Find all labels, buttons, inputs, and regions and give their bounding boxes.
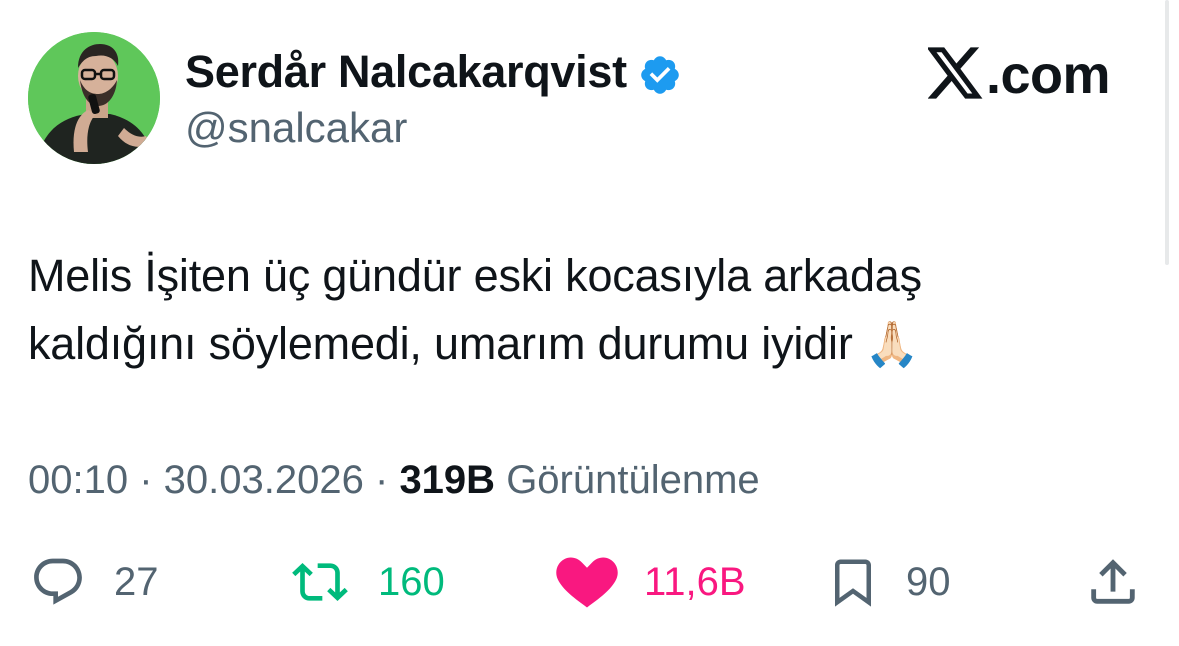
tweet-card: Serdår Nalcakarqvist @snalcakar .com Mel…	[0, 0, 1179, 646]
bookmark-icon	[835, 559, 871, 607]
tweet-text-line: kaldığını söylemedi, umarım durumu iyidi…	[28, 310, 1138, 379]
avatar-photo-icon	[28, 32, 160, 164]
action-bar: 27 160 11,6B 90	[0, 552, 1179, 612]
tweet-date[interactable]: 30.03.2026	[164, 458, 364, 502]
verified-badge-icon[interactable]	[638, 53, 682, 97]
tweet-text: Melis İşiten üç gündür eski kocasıyla ar…	[28, 242, 1138, 379]
view-count: 319B	[399, 458, 496, 502]
brand-domain: .com	[986, 45, 1111, 105]
tweet-text-line: Melis İşiten üç gündür eski kocasıyla ar…	[28, 250, 922, 301]
separator-dot: ·	[139, 458, 164, 502]
tweet-time[interactable]: 00:10	[28, 458, 128, 502]
like-count: 11,6B	[644, 559, 746, 604]
heart-filled-icon	[556, 557, 618, 608]
retweet-button[interactable]: 160	[288, 552, 445, 612]
reply-button[interactable]: 27	[28, 552, 159, 612]
like-button[interactable]: 11,6B	[556, 552, 746, 612]
share-upload-icon	[1091, 559, 1135, 604]
views-label: Görüntülenme	[506, 458, 760, 502]
brand-logo: .com	[928, 44, 1111, 106]
bookmark-button[interactable]: 90	[826, 552, 951, 612]
avatar[interactable]	[28, 32, 160, 164]
scrollbar[interactable]	[1165, 0, 1169, 265]
previous-content-clip	[0, 0, 1179, 10]
praying-hands-emoji: 🙏🏻	[864, 320, 920, 369]
tweet-metadata: 00:10 · 30.03.2026 · 319B Görüntülenme	[28, 458, 760, 503]
share-button[interactable]	[1084, 552, 1142, 612]
user-handle[interactable]: @snalcakar	[185, 104, 407, 152]
reply-count: 27	[114, 559, 159, 604]
retweet-count: 160	[378, 559, 445, 604]
tweet-text-line-content: kaldığını söylemedi, umarım durumu iyidi…	[28, 318, 853, 369]
display-name[interactable]: Serdår Nalcakarqvist	[185, 46, 627, 98]
x-logo-icon	[928, 47, 983, 99]
reply-icon	[34, 558, 82, 605]
retweet-icon	[292, 563, 348, 601]
separator-dot: ·	[375, 458, 400, 502]
bookmark-count: 90	[906, 559, 951, 604]
